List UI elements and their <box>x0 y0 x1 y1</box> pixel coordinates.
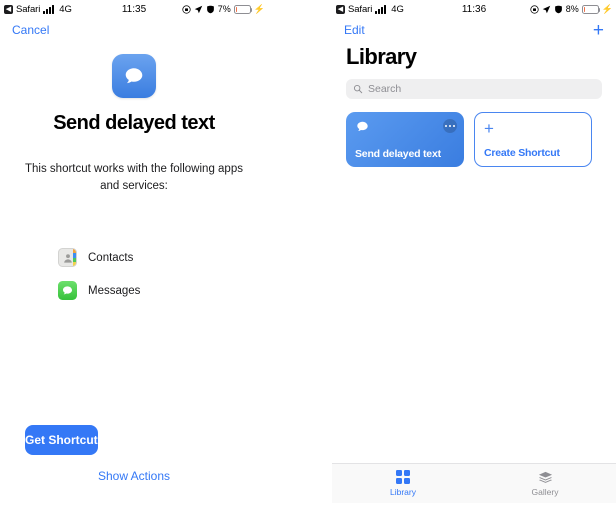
contacts-tab-stripes <box>73 249 76 266</box>
speech-bubble-glyph <box>63 286 72 295</box>
get-shortcut-button[interactable]: Get Shortcut <box>25 425 98 455</box>
status-bar-left: ◀ Safari 4G 11:35 7% ⚡ <box>0 0 268 18</box>
shortcut-hero: Send delayed text This shortcut works wi… <box>0 42 268 195</box>
layers-stack-icon <box>538 471 552 483</box>
cancel-button[interactable]: Cancel <box>12 23 49 37</box>
messages-app-icon <box>58 281 77 300</box>
list-item: Contacts <box>58 241 268 274</box>
contacts-app-icon <box>58 248 77 267</box>
tab-label: Gallery <box>531 486 559 497</box>
page-title: Send delayed text <box>53 112 215 134</box>
library-nav-bar: Edit + <box>332 18 616 42</box>
tab-library[interactable]: Library <box>332 470 474 497</box>
search-placeholder: Search <box>368 83 402 95</box>
screenshot-root: ◀ Safari 4G 11:35 7% ⚡ Cancel Send delay… <box>0 0 616 515</box>
library-screen: ◀ Safari 4G 11:36 8% ⚡ Edit + Library Se… <box>332 0 616 515</box>
shortcut-card-title: Send delayed text <box>355 148 441 160</box>
edit-button[interactable]: Edit <box>344 23 365 37</box>
search-icon <box>353 84 363 94</box>
tab-gallery[interactable]: Gallery <box>474 471 616 497</box>
shortcut-card[interactable]: Send delayed text <box>346 112 464 167</box>
shortcut-description: This shortcut works with the following a… <box>25 163 243 192</box>
message-bubble-icon <box>112 54 156 98</box>
shortcut-card-grid: Send delayed text + Create Shortcut <box>332 99 616 167</box>
panel-divider <box>268 0 332 515</box>
status-time: 11:36 <box>461 3 487 15</box>
status-bar-right: ◀ Safari 4G 11:36 8% ⚡ <box>332 0 616 18</box>
page-title: Library <box>346 44 417 69</box>
supported-apps-list: Contacts Messages <box>0 241 268 307</box>
plus-icon: + <box>484 119 494 138</box>
bottom-tab-bar: Library Gallery <box>332 463 616 503</box>
create-shortcut-label: Create Shortcut <box>484 147 560 159</box>
show-actions-button[interactable]: Show Actions <box>0 469 268 483</box>
message-bubble-icon <box>357 121 368 131</box>
battery-icon <box>233 4 253 14</box>
detail-nav-bar: Cancel <box>0 18 268 42</box>
grid-squares-icon <box>396 470 410 484</box>
app-name-label: Contacts <box>88 251 134 264</box>
app-name-label: Messages <box>88 284 141 297</box>
more-dots-icon[interactable] <box>443 119 457 133</box>
list-item: Messages <box>58 274 268 307</box>
create-shortcut-card[interactable]: + Create Shortcut <box>474 112 592 167</box>
search-input[interactable]: Search <box>346 79 602 99</box>
shortcut-detail-screen: ◀ Safari 4G 11:35 7% ⚡ Cancel Send delay… <box>0 0 268 515</box>
status-time: 11:35 <box>121 3 147 15</box>
tab-label: Library <box>390 487 416 497</box>
add-shortcut-button[interactable]: + <box>593 21 604 40</box>
battery-icon <box>581 4 601 14</box>
detail-actions: Get Shortcut Show Actions <box>0 425 268 483</box>
speech-bubble-glyph <box>125 68 143 84</box>
person-silhouette-glyph <box>63 253 72 263</box>
